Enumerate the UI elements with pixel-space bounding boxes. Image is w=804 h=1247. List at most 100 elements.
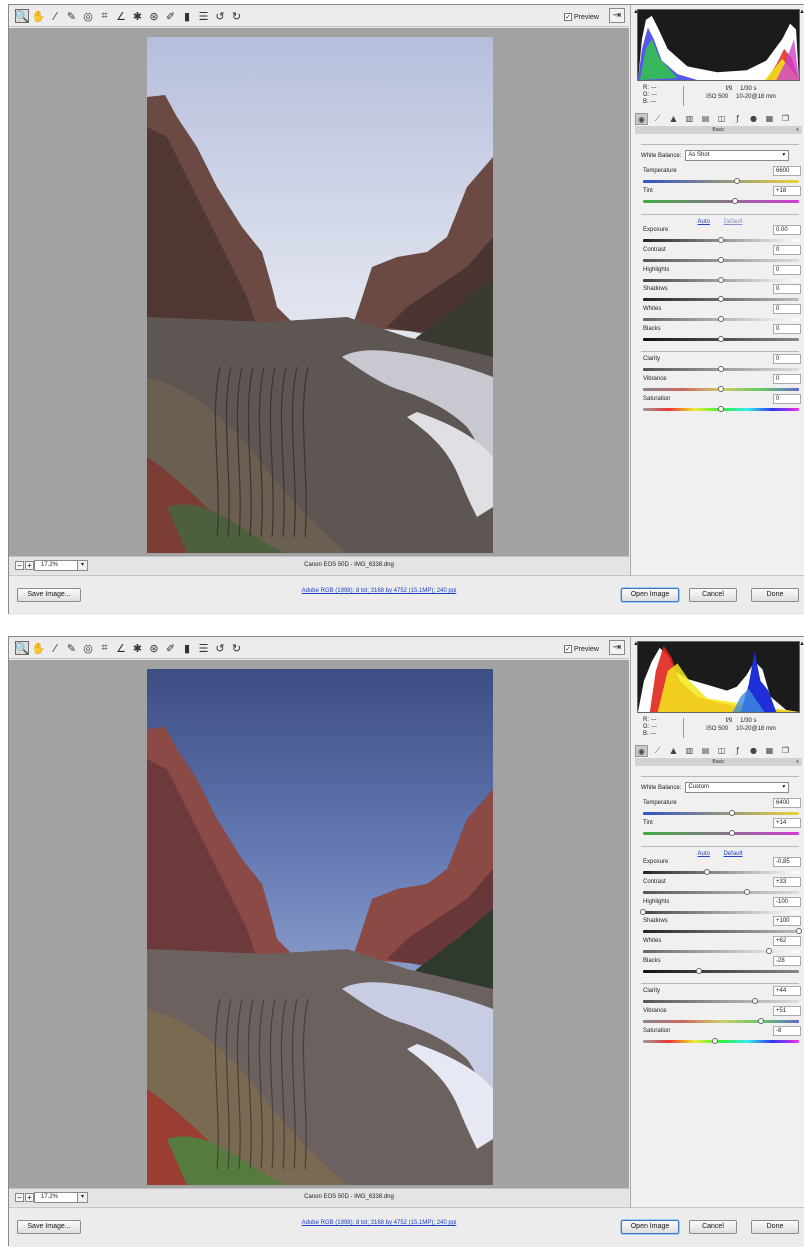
shadow-clipping-warning-icon[interactable]: ▲ [633,641,639,647]
vibrance-value-field[interactable]: 0 [773,374,801,384]
tint-slider-track[interactable] [643,832,799,835]
preferences-icon[interactable]: ☰ [197,641,211,655]
exposure-value-field[interactable]: -0.85 [773,857,801,867]
exposure-value-field[interactable]: 0.00 [773,225,801,235]
tab-lens-corrections-icon[interactable]: ◫ [715,745,728,757]
cancel-button[interactable]: Cancel [689,1220,737,1234]
highlights-value-field[interactable]: 0 [773,265,801,275]
tab-effects-icon[interactable]: ƒ [731,745,744,757]
contrast-value-field[interactable]: 0 [773,245,801,255]
tab-hsl-icon[interactable]: ▥ [683,745,696,757]
zoom-in-button[interactable]: + [25,561,34,570]
tab-effects-icon[interactable]: ƒ [731,113,744,125]
hand-icon[interactable]: ✋ [32,641,46,655]
tab-split-toning-icon[interactable]: ▤ [699,745,712,757]
whites-slider-knob[interactable] [766,948,773,954]
blacks-slider-knob[interactable] [718,336,724,342]
fullscreen-icon[interactable]: ⇥ [609,640,625,655]
tab-snapshots-icon[interactable]: ❐ [779,745,792,757]
blacks-value-field[interactable]: -28 [773,956,801,966]
red-eye-icon[interactable]: ⊛ [147,641,161,655]
highlights-value-field[interactable]: -100 [773,897,801,907]
tab-split-toning-icon[interactable]: ▤ [699,113,712,125]
temperature-value-field[interactable]: 6600 [773,166,801,176]
color-sampler-icon[interactable]: ✎ [65,641,79,655]
done-button[interactable]: Done [751,1220,799,1234]
tab-presets-icon[interactable]: ▦ [763,113,776,125]
red-eye-icon[interactable]: ⊛ [147,9,161,23]
white-balance-icon[interactable]: ⁄ [48,641,62,655]
exposure-slider-knob[interactable] [718,237,724,243]
tab-presets-icon[interactable]: ▦ [763,745,776,757]
targeted-adjustment-icon[interactable]: ◎ [81,641,95,655]
whites-slider-knob[interactable] [718,316,724,322]
clarity-value-field[interactable]: 0 [773,354,801,364]
shadows-slider-knob[interactable] [796,928,802,934]
preview-checkbox[interactable]: ✓ [564,13,572,21]
exposure-slider-track[interactable] [643,871,799,874]
adjustment-brush-icon[interactable]: ✐ [164,9,178,23]
whites-value-field[interactable]: +62 [773,936,801,946]
workflow-options-link[interactable]: Adobe RGB (1998); 8 bit; 3168 by 4752 (1… [269,1220,489,1226]
preferences-icon[interactable]: ☰ [197,9,211,23]
zoom-icon[interactable]: 🔍 [15,9,29,23]
contrast-slider-track[interactable] [643,891,799,894]
preview-checkbox[interactable]: ✓ [564,645,572,653]
default-link[interactable]: Default [724,851,743,857]
save-image-button[interactable]: Save Image... [17,1220,81,1234]
zoom-icon[interactable]: 🔍 [15,641,29,655]
saturation-value-field[interactable]: -8 [773,1026,801,1036]
zoom-dropdown-icon[interactable]: ▾ [77,560,88,571]
tint-value-field[interactable]: +14 [773,818,801,828]
shadow-clipping-warning-icon[interactable]: ▲ [633,9,639,15]
crop-icon[interactable]: ⌗ [98,641,112,655]
graduated-filter-icon[interactable]: ▮ [180,641,194,655]
tab-basic-icon[interactable]: ◉ [635,112,648,125]
tab-basic-icon[interactable]: ◉ [635,744,648,757]
panel-menu-icon[interactable]: ≡ [796,758,799,766]
save-image-button[interactable]: Save Image... [17,588,81,602]
saturation-slider-knob[interactable] [711,1038,718,1044]
zoom-out-button[interactable]: − [15,1193,24,1202]
adjustment-brush-icon[interactable]: ✐ [164,641,178,655]
rotate-cw-icon[interactable]: ↻ [230,9,244,23]
straighten-icon[interactable]: ∠ [114,9,128,23]
highlights-slider-knob[interactable] [718,277,724,283]
cancel-button[interactable]: Cancel [689,588,737,602]
image-canvas[interactable] [9,660,629,1188]
temperature-slider-track[interactable] [643,812,799,815]
shadows-value-field[interactable]: 0 [773,284,801,294]
contrast-value-field[interactable]: +33 [773,877,801,887]
saturation-slider-track[interactable] [643,1040,799,1043]
auto-link[interactable]: Auto [697,851,709,857]
spot-removal-icon[interactable]: ✱ [131,9,145,23]
clarity-slider-knob[interactable] [718,366,724,372]
open-image-button[interactable]: Open Image [621,1220,679,1234]
panel-menu-icon[interactable]: ≡ [796,126,799,134]
tint-slider-knob[interactable] [732,198,739,204]
rotate-cw-icon[interactable]: ↻ [230,641,244,655]
rotate-ccw-icon[interactable]: ↺ [213,641,227,655]
zoom-in-button[interactable]: + [25,1193,34,1202]
white-balance-select[interactable]: As Shot ▼ [685,150,790,161]
shadows-value-field[interactable]: +100 [773,916,801,926]
default-link[interactable]: Default [724,219,743,225]
targeted-adjustment-icon[interactable]: ◎ [81,9,95,23]
hand-icon[interactable]: ✋ [32,9,46,23]
blacks-value-field[interactable]: 0 [773,324,801,334]
zoom-out-button[interactable]: − [15,561,24,570]
fullscreen-icon[interactable]: ⇥ [609,8,625,23]
zoom-level[interactable]: 17.2% [34,1192,78,1203]
zoom-level[interactable]: 17.2% [34,560,78,571]
temperature-slider-track[interactable] [643,180,799,183]
clarity-slider-track[interactable] [643,1000,799,1003]
tint-value-field[interactable]: +18 [773,186,801,196]
tab-detail-icon[interactable]: ▲ [667,745,680,757]
image-canvas[interactable] [9,28,629,556]
highlights-slider-knob[interactable] [640,909,646,915]
tab-hsl-icon[interactable]: ▥ [683,113,696,125]
temperature-value-field[interactable]: 6400 [773,798,801,808]
temperature-slider-knob[interactable] [728,810,735,816]
crop-icon[interactable]: ⌗ [98,9,112,23]
blacks-slider-track[interactable] [643,970,799,973]
